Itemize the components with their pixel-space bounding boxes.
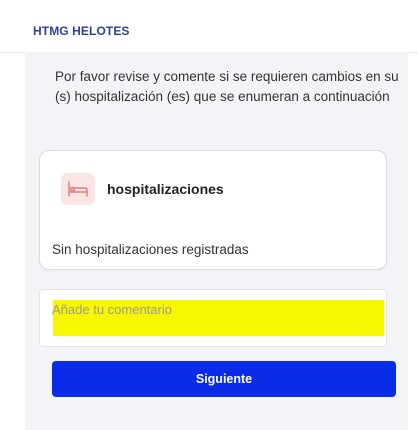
app-title: HTMG HELOTES: [33, 24, 130, 38]
comment-input[interactable]: [52, 298, 372, 320]
comment-box[interactable]: [39, 289, 387, 347]
card-title: hospitalizaciones: [107, 181, 224, 197]
next-button[interactable]: Siguiente: [52, 361, 396, 397]
hospital-bed-icon: [61, 173, 95, 205]
instructions-text: Por favor revise y comente si se requier…: [55, 69, 399, 104]
app-header: HTMG HELOTES: [0, 0, 418, 53]
hospitalizations-card: hospitalizaciones Sin hospitalizaciones …: [39, 150, 387, 270]
empty-state-text: Sin hospitalizaciones registradas: [52, 242, 249, 257]
